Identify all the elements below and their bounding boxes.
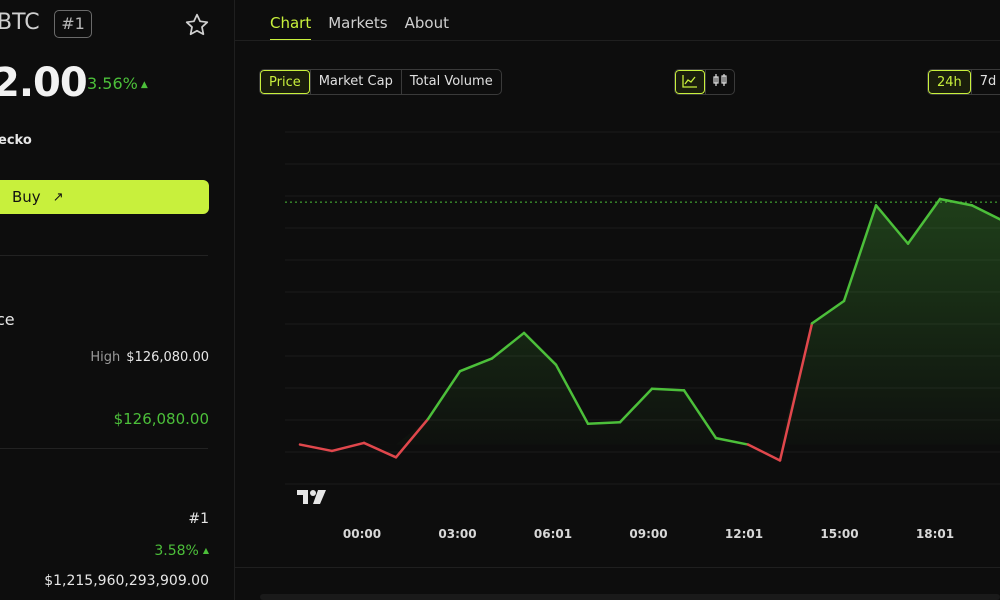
price-line-segment [362,441,398,459]
x-axis-tick-label: 00:00 [343,527,381,541]
rank-badge: #1 [54,10,92,38]
high-label: High [90,350,121,365]
tab-bar: Chart Markets About [270,14,449,41]
high-row: High $126,080.00 [90,350,209,365]
chart-type-toggle [674,69,735,95]
price-change-value: 3.56% [87,74,138,93]
price-change: 3.56% ▲ [87,74,148,93]
x-axis-tick-label: 03:00 [438,527,476,541]
x-axis-tick-label: 15:00 [820,527,858,541]
coin-ticker: BTC [0,10,40,35]
x-axis-tick-label: 09:00 [629,527,667,541]
tab-about[interactable]: About [405,14,449,41]
metric-toggle: Price Market Cap Total Volume [259,69,502,95]
percent-change-text: 3.58% [154,543,199,559]
range-toggle: 24h 7d [927,69,1000,95]
up-triangle-icon: ▲ [140,80,148,90]
tradingview-logo [297,490,326,504]
current-price: 2.00 [0,60,88,106]
section-label: ce [0,310,15,329]
price-line-segment [298,443,334,453]
buy-button[interactable]: Buy ↗ [0,180,209,214]
all-time-high-value: $126,080.00 [113,410,209,428]
candlestick-icon[interactable] [705,70,734,94]
line-chart-icon[interactable] [675,70,705,94]
divider [0,448,208,449]
market-cap-value: $1,215,960,293,909.00 [44,573,209,589]
market-cap-toggle[interactable]: Market Cap [309,70,401,94]
x-axis-tick-label: 06:01 [534,527,572,541]
chart-bottom-divider [235,567,1000,568]
external-arrow-icon: ↗ [52,189,64,205]
range-7d[interactable]: 7d [970,70,1000,94]
x-axis-tick-label: 18:01 [916,527,954,541]
tab-bar-divider [235,40,1000,41]
horizontal-scrollbar[interactable] [260,594,1000,600]
price-toggle[interactable]: Price [260,70,310,94]
data-source: ecko [0,133,32,148]
up-triangle-icon: ▲ [202,546,209,555]
buy-button-label: Buy [12,188,41,206]
price-line-segment [746,443,782,462]
range-24h[interactable]: 24h [928,70,971,94]
price-line-segment [586,420,622,426]
chart-panel: Chart Markets About Price Market Cap Tot… [235,0,1000,600]
market-cap-rank-value: #1 [188,511,209,527]
price-line-segment [650,387,686,392]
high-value: $126,080.00 [126,350,209,365]
star-icon[interactable] [184,12,210,38]
coin-info-panel: BTC #1 2.00 3.56% ▲ ecko Buy ↗ ce High $12… [0,0,234,600]
tab-chart[interactable]: Chart [270,14,312,41]
x-axis-tick-label: 12:01 [725,527,763,541]
divider [0,255,208,256]
total-volume-toggle[interactable]: Total Volume [400,70,501,94]
chart-area-fill [300,198,1000,445]
tab-markets[interactable]: Markets [328,14,387,41]
percent-change-value: 3.58% ▲ [154,543,209,559]
price-chart[interactable]: 00:00 03:00 06:01 09:00 12:01 15:00 18:01 [285,110,1000,550]
